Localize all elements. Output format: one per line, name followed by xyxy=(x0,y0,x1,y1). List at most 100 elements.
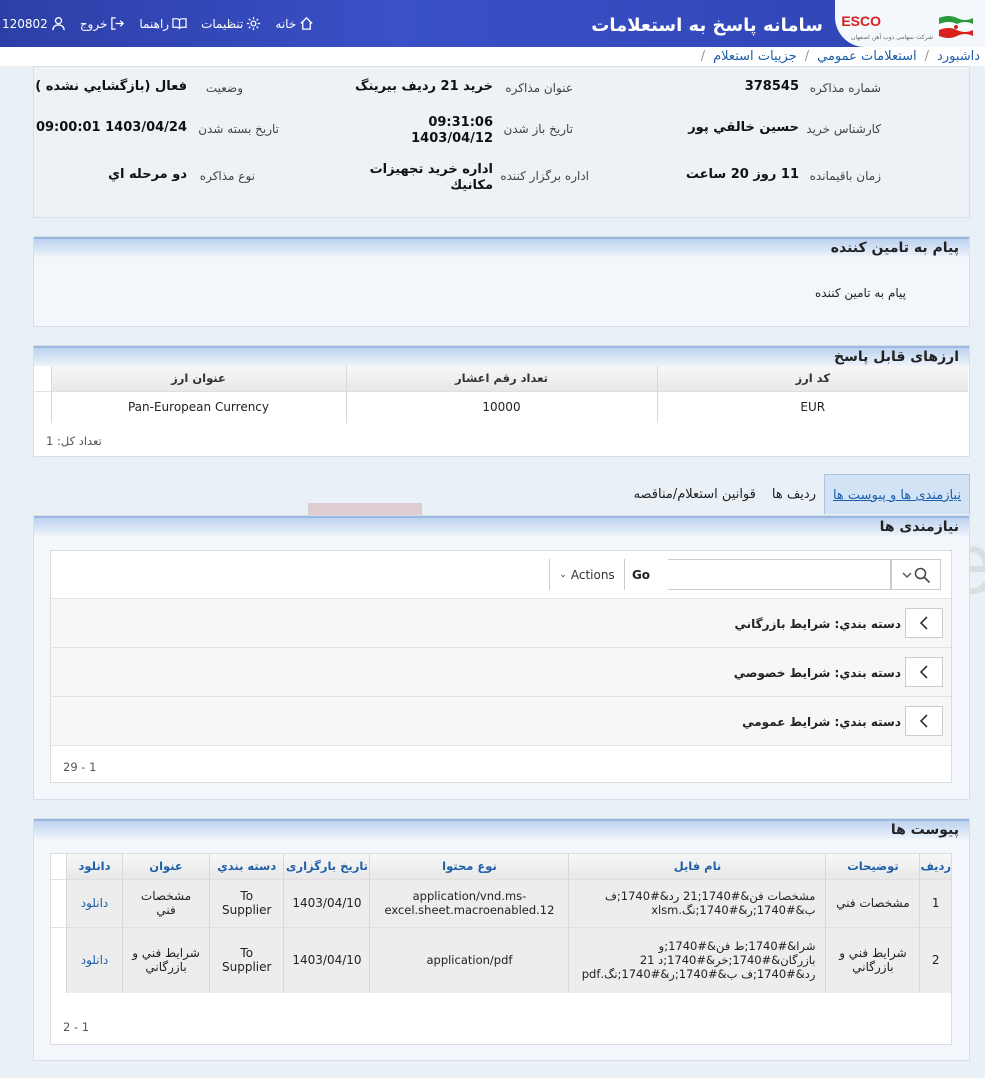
currency-title: Pan-European Currency xyxy=(50,390,346,423)
row-spacer xyxy=(35,390,51,423)
type-label: نوع مذاکره xyxy=(199,169,255,183)
logo-subtitle: شرکت سهامی ذوب آهن اصفهان xyxy=(851,34,933,41)
settings-link[interactable]: تنظیمات xyxy=(201,16,261,31)
user-menu[interactable]: 120802 xyxy=(2,16,66,31)
col-header[interactable]: تاریخ بارگزاری xyxy=(283,854,370,879)
company-logo: ESCO شرکت سهامی ذوب آهن اصفهان xyxy=(835,0,985,47)
attachments-pager: 1 - 2 xyxy=(63,1020,90,1034)
row-upload-date: 1403/04/10 xyxy=(283,926,370,993)
search-input[interactable] xyxy=(668,559,891,590)
col-header[interactable]: عنوان ارز xyxy=(50,366,346,391)
logo-text: ESCO xyxy=(841,13,881,29)
category-label: دسته بندي: xyxy=(834,715,901,729)
row-upload-date: 1403/04/10 xyxy=(283,878,370,927)
category-value: شرايط خصوصي xyxy=(733,666,831,680)
tab-rows[interactable]: رديف ها xyxy=(764,474,824,514)
download-link[interactable]: دانلود xyxy=(66,926,123,993)
expert-value: حسين خالقي پور xyxy=(688,120,799,135)
tab-requirements[interactable]: نیازمندی ها و پیوست ها xyxy=(823,474,970,514)
col-header[interactable]: نوع محتوا xyxy=(369,854,569,879)
home-link[interactable]: خانه xyxy=(275,16,314,31)
col-header[interactable]: توضيحات xyxy=(825,854,920,879)
requirements-pager: 1 - 29 xyxy=(63,760,97,774)
row-title: شرايط فني و بازرگاني xyxy=(122,926,210,993)
gear-icon xyxy=(247,16,261,31)
chevron-left-icon[interactable] xyxy=(905,706,943,736)
close-date-value: 1403/04/24 09:00:01 xyxy=(35,120,187,135)
go-button[interactable]: Go xyxy=(621,559,661,590)
list-item[interactable]: دسته بندي: شرايط عمومي xyxy=(51,697,951,746)
requirements-panel: نیازمندی ها Go ⌄ Actions دسته بندي: شراي… xyxy=(33,515,970,800)
open-date-value: 1403/04/12 xyxy=(411,131,493,146)
user-icon xyxy=(52,17,65,31)
chevron-left-icon[interactable] xyxy=(905,608,943,638)
requirements-list: Go ⌄ Actions دسته بندي: شرايط بازرگاني د… xyxy=(50,550,952,783)
category-text: دسته بندي: شرايط بازرگاني xyxy=(734,617,901,631)
department-value-line1: اداره خريد تجهيزات xyxy=(369,162,493,177)
list-item[interactable]: دسته بندي: شرايط خصوصي xyxy=(51,648,951,697)
currency-decimals: 10000 xyxy=(345,390,657,423)
breadcrumb-dashboard[interactable]: ه داشبورد xyxy=(937,49,985,64)
row-index: 2 xyxy=(919,926,951,993)
chevron-left-icon[interactable] xyxy=(905,657,943,687)
book-icon xyxy=(172,18,187,30)
number-value: 378545 xyxy=(744,79,799,94)
requirements-toolbar: Go ⌄ Actions xyxy=(51,551,951,599)
currency-table-wrap: کد ارز تعداد رقم اعشار عنوان ارز EUR 100… xyxy=(35,366,968,423)
table-row[interactable]: 1 مشخصات فني مشخصات فن&#1740;21 رد&#1740… xyxy=(51,878,951,927)
panel-title: ارزهای قابل پاسخ xyxy=(34,346,969,366)
category-text: دسته بندي: شرايط خصوصي xyxy=(734,666,901,680)
tab-rules[interactable]: قوانين استعلام/مناقصه xyxy=(626,474,764,514)
col-header[interactable]: رديف xyxy=(919,854,951,879)
list-item[interactable]: دسته بندي: شرايط بازرگاني xyxy=(51,599,951,648)
number-label: شماره مذاکره xyxy=(809,81,881,95)
department-label: اداره برگزار کننده xyxy=(500,169,589,183)
col-header[interactable]: نام فايل xyxy=(568,854,826,879)
col-header[interactable]: تعداد رقم اعشار xyxy=(345,366,657,391)
department-value-line2: مكانيك xyxy=(450,178,493,193)
expert-label: کارشناس خرید xyxy=(806,122,881,136)
category-label: دسته بندي: xyxy=(834,617,901,631)
home-icon xyxy=(300,16,313,30)
row-filename: شرا&#1740;ط فن&#1740;و بازرگان&#1740;خر&… xyxy=(568,926,826,993)
supplier-message-panel: پیام به تامین کننده پیام به تامین کننده xyxy=(33,236,970,327)
chevron-down-icon: ⌄ xyxy=(559,569,567,580)
download-link[interactable]: دانلود xyxy=(66,878,123,927)
top-nav: 120802 خروج راهنما تنظیمات خانه xyxy=(0,0,314,47)
inquiry-info-panel: شماره مذاکره 378545 عنوان مذاکره خرید 21… xyxy=(33,66,970,218)
app-title: سامانه پاسخ به استعلامات xyxy=(591,15,823,36)
supplier-message-body: پیام به تامین کننده xyxy=(815,286,906,300)
category-value: شرايط بازرگاني xyxy=(734,617,831,631)
category-text: دسته بندي: شرايط عمومي xyxy=(742,715,901,729)
open-date-label: تاریخ باز شدن xyxy=(503,122,573,136)
help-link[interactable]: راهنما xyxy=(139,16,187,31)
remaining-label: زمان باقیمانده xyxy=(809,169,881,183)
breadcrumb-public-inquiries[interactable]: استعلامات عمومي xyxy=(817,49,917,64)
logout-link[interactable]: خروج xyxy=(80,16,126,31)
row-filename: مشخصات فن&#1740;21 رد&#1740;ف ب&#1740;ر&… xyxy=(568,878,826,927)
col-header[interactable]: کد ارز xyxy=(656,366,968,391)
col-header[interactable]: عنوان xyxy=(122,854,210,879)
col-spacer xyxy=(51,854,67,879)
currency-table: کد ارز تعداد رقم اعشار عنوان ارز EUR 100… xyxy=(35,366,968,423)
col-header[interactable]: دسته بندي xyxy=(209,854,284,879)
col-header[interactable]: دانلود xyxy=(66,854,123,879)
actions-label: Actions xyxy=(570,567,615,582)
breadcrumb-separator: / xyxy=(700,49,706,64)
actions-menu[interactable]: ⌄ Actions xyxy=(549,559,625,590)
row-category: To Supplier xyxy=(209,878,284,927)
breadcrumb-inquiry-details[interactable]: جزييات استعلام xyxy=(713,49,797,64)
row-index: 1 xyxy=(919,878,951,927)
attachments-table-wrap: رديف توضيحات نام فايل نوع محتوا تاریخ با… xyxy=(50,853,952,1045)
user-id: 120802 xyxy=(2,16,48,31)
remaining-value: 11 روز 20 ساعت xyxy=(685,167,799,182)
table-row[interactable]: EUR 10000 Pan-European Currency xyxy=(35,390,968,423)
col-spacer xyxy=(35,366,51,391)
help-label: راهنما xyxy=(139,16,170,31)
logout-icon xyxy=(111,17,125,30)
table-row[interactable]: 2 شرايط فني و بازرگاني شرا&#1740;ط فن&#1… xyxy=(51,926,951,993)
attachments-panel: پیوست ها رديف توضيحات نام فايل نوع محتوا… xyxy=(33,818,970,1061)
app-header: 120802 خروج راهنما تنظیمات خانه سامانه پ… xyxy=(0,0,985,47)
flag-icon xyxy=(939,16,973,38)
search-button[interactable] xyxy=(891,559,941,590)
